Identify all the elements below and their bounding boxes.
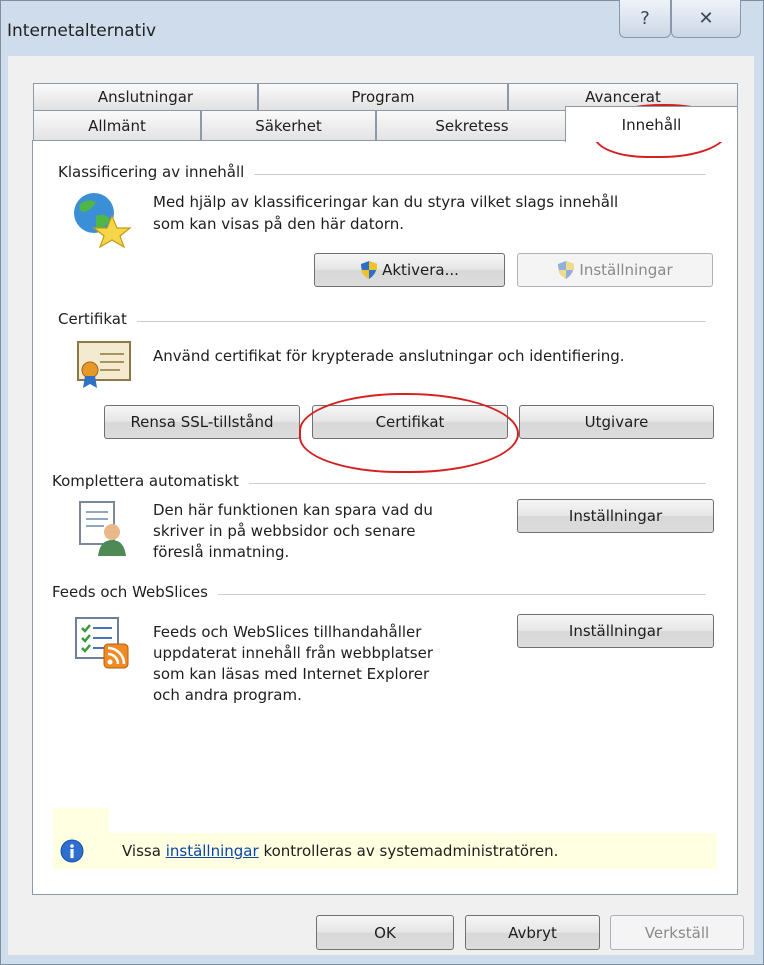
window-title: Internetalternativ	[7, 21, 157, 41]
globe-star-icon	[74, 193, 132, 248]
autocomplete-description: föreslå inmatning.	[153, 543, 290, 561]
notice-prefix: Vissa	[122, 842, 166, 860]
button-label: Rensa SSL-tillstånd	[130, 413, 274, 431]
feeds-description: som kan läsas med Internet Explorer	[153, 665, 430, 683]
title-bar[interactable]: Internetalternativ ? ✕	[1, 0, 763, 57]
content-rating-description: Med hjälp av klassificeringar kan du sty…	[153, 193, 619, 211]
close-icon: ✕	[698, 8, 714, 29]
feeds-description: Feeds och WebSlices tillhandahåller	[153, 623, 422, 641]
tab-label: Innehåll	[621, 115, 682, 134]
shield-icon	[361, 261, 378, 279]
button-label: Avbryt	[508, 923, 557, 942]
button-label: Utgivare	[584, 413, 649, 431]
autocomplete-settings-button[interactable]: Inställningar	[517, 499, 714, 533]
autocomplete-description: Den här funktionen kan spara vad du	[153, 501, 433, 519]
help-icon: ?	[640, 8, 650, 29]
button-label: OK	[374, 923, 396, 942]
info-icon	[60, 839, 84, 863]
shield-icon	[558, 261, 575, 279]
notice-suffix: kontrolleras av systemadministratören.	[258, 842, 559, 860]
publishers-button[interactable]: Utgivare	[519, 405, 714, 439]
tab-label: Allmänt	[88, 117, 146, 135]
ok-button[interactable]: OK	[316, 915, 454, 950]
feeds-settings-button[interactable]: Inställningar	[517, 614, 714, 648]
apply-button[interactable]: Verkställ	[610, 915, 744, 950]
rating-settings-button[interactable]: Inställningar	[517, 253, 713, 287]
certificate-icon	[77, 341, 131, 388]
tab-sakerhet[interactable]: Säkerhet	[201, 110, 376, 141]
tab-innehall[interactable]: Innehåll	[565, 106, 738, 142]
autocomplete-description: skriver in på webbsidor och senare	[153, 522, 416, 540]
button-label: Inställningar	[579, 261, 673, 279]
admin-notice-text: Vissa inställningar kontrolleras av syst…	[122, 841, 558, 862]
feeds-heading: Feeds och WebSlices	[52, 583, 218, 601]
cancel-button[interactable]: Avbryt	[465, 915, 600, 950]
feeds-description: uppdaterat innehåll från webbplatser	[153, 644, 434, 662]
tab-program[interactable]: Program	[258, 83, 508, 110]
help-button[interactable]: ?	[619, 0, 671, 38]
settings-link[interactable]: inställningar	[166, 842, 259, 860]
certificates-button[interactable]: Certifikat	[312, 405, 508, 439]
tab-label: Anslutningar	[97, 88, 194, 106]
tab-label: Avancerat	[585, 88, 661, 106]
clear-ssl-state-button[interactable]: Rensa SSL-tillstånd	[104, 405, 300, 439]
button-label: Inställningar	[568, 622, 663, 640]
autocomplete-user-icon	[79, 501, 126, 556]
tab-sekretess[interactable]: Sekretess	[376, 110, 568, 141]
content-rating-heading: Klassificering av innehåll	[58, 163, 255, 181]
close-button[interactable]: ✕	[671, 0, 741, 38]
notice-highlight	[53, 808, 109, 834]
content-rating-description: som kan visas på den här datorn.	[153, 215, 404, 233]
certificates-heading: Certifikat	[58, 310, 137, 328]
group-divider	[60, 321, 706, 322]
enable-rating-button[interactable]: Aktivera...	[314, 253, 505, 287]
autocomplete-heading: Komplettera automatiskt	[52, 472, 249, 490]
tab-anslutningar[interactable]: Anslutningar	[33, 83, 258, 110]
certificates-description: Använd certifikat för krypterade anslutn…	[153, 347, 625, 365]
feeds-description: och andra program.	[153, 686, 302, 704]
button-label: Inställningar	[568, 507, 663, 525]
button-label: Aktivera...	[382, 261, 459, 279]
tab-label: Säkerhet	[255, 117, 322, 135]
button-label: Verkställ	[644, 923, 710, 942]
tab-allmant[interactable]: Allmänt	[33, 110, 201, 141]
tab-label: Program	[351, 88, 415, 106]
button-label: Certifikat	[375, 413, 445, 431]
feeds-icon	[75, 617, 129, 669]
tab-label: Sekretess	[435, 117, 509, 135]
